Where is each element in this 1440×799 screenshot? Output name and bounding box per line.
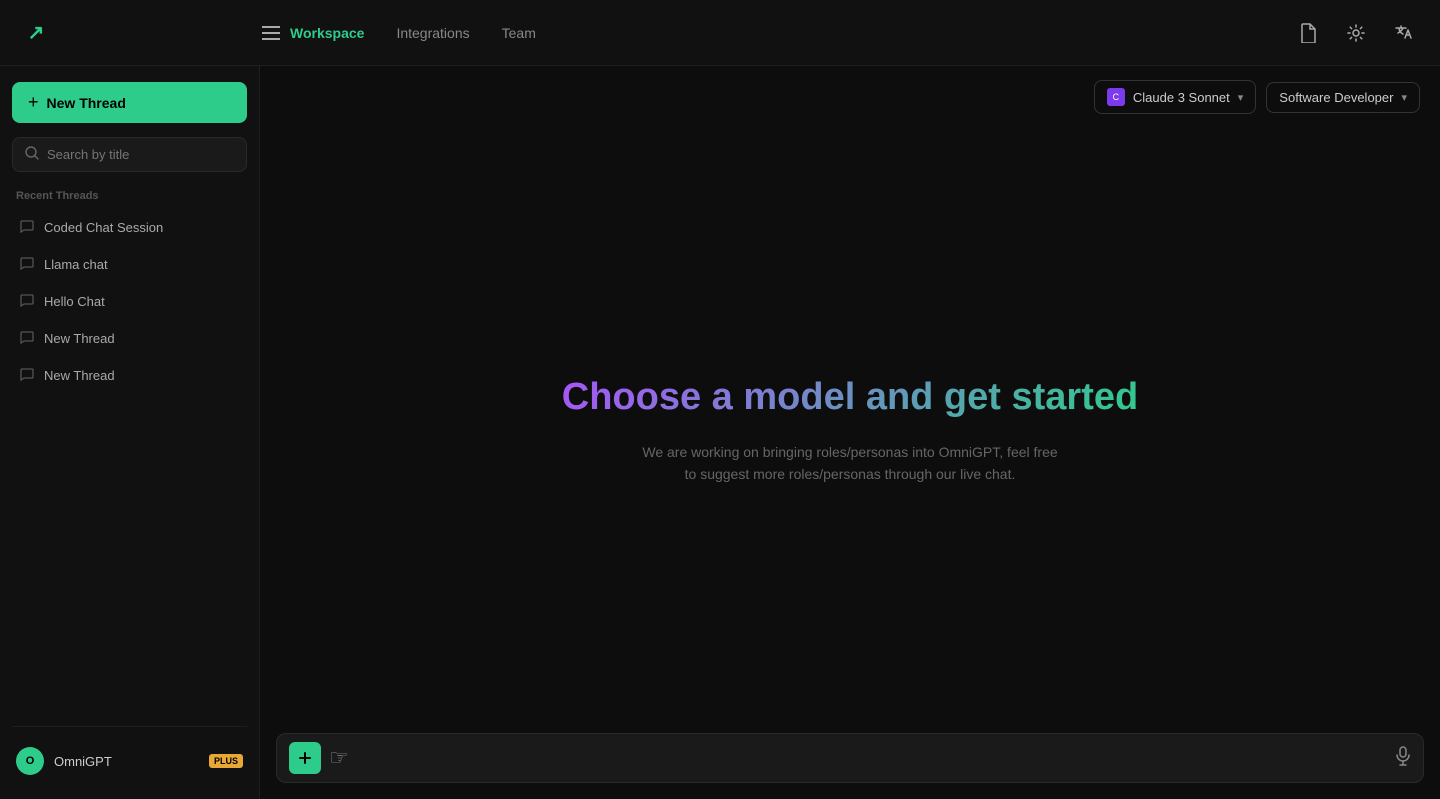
thread-list: Coded Chat Session Llama chat Hello Chat <box>12 210 247 726</box>
plus-icon: + <box>28 92 39 113</box>
thread-label-4: New Thread <box>44 331 115 346</box>
thread-item-4[interactable]: New Thread <box>12 321 247 356</box>
search-box <box>12 137 247 172</box>
mic-icon[interactable] <box>1395 746 1411 771</box>
nav-right <box>1292 17 1420 49</box>
thread-item-3[interactable]: Hello Chat <box>12 284 247 319</box>
thread-label-5: New Thread <box>44 368 115 383</box>
subtext: We are working on bringing roles/persona… <box>640 441 1060 486</box>
user-name: OmniGPT <box>54 754 199 769</box>
chat-input-bar: ☞ <box>276 733 1424 783</box>
tab-integrations[interactable]: Integrations <box>396 25 469 41</box>
tab-workspace[interactable]: Workspace <box>290 25 364 41</box>
model-selector[interactable]: C Claude 3 Sonnet ▾ <box>1094 80 1256 114</box>
tab-team[interactable]: Team <box>502 25 536 41</box>
search-input[interactable] <box>47 147 234 162</box>
main-layout: + New Thread Recent Threads Coded Chat <box>0 66 1440 799</box>
thread-item-1[interactable]: Coded Chat Session <box>12 210 247 245</box>
attach-button[interactable] <box>289 742 321 774</box>
nav-left: ↗ <box>20 17 280 49</box>
model-label: Claude 3 Sonnet <box>1133 90 1230 105</box>
logo-icon[interactable]: ↗ <box>20 17 52 49</box>
avatar: O <box>16 747 44 775</box>
sidebar-footer: O OmniGPT PLUS <box>12 726 247 783</box>
role-label: Software Developer <box>1279 90 1393 105</box>
chat-icon <box>20 330 34 347</box>
user-row[interactable]: O OmniGPT PLUS <box>12 739 247 783</box>
role-chevron-icon: ▾ <box>1401 91 1407 104</box>
search-icon <box>25 146 39 163</box>
content-toolbar: C Claude 3 Sonnet ▾ Software Developer ▾ <box>260 66 1440 128</box>
cursor-icon: ☞ <box>329 745 349 771</box>
new-thread-label: New Thread <box>47 95 126 111</box>
new-thread-button[interactable]: + New Thread <box>12 82 247 123</box>
chat-icon <box>20 219 34 236</box>
main-content: C Claude 3 Sonnet ▾ Software Developer ▾… <box>260 66 1440 799</box>
model-chevron-icon: ▾ <box>1238 91 1244 104</box>
chat-input-field[interactable] <box>357 750 1387 766</box>
thread-label-1: Coded Chat Session <box>44 220 163 235</box>
thread-item-2[interactable]: Llama chat <box>12 247 247 282</box>
thread-item-5[interactable]: New Thread <box>12 358 247 393</box>
sidebar: + New Thread Recent Threads Coded Chat <box>0 66 260 799</box>
settings-icon[interactable] <box>1340 17 1372 49</box>
thread-label-2: Llama chat <box>44 257 108 272</box>
model-logo-icon: C <box>1107 88 1125 106</box>
nav-tabs: Workspace Integrations Team <box>280 25 1292 41</box>
chat-icon <box>20 293 34 310</box>
role-selector[interactable]: Software Developer ▾ <box>1266 82 1420 113</box>
translate-icon[interactable] <box>1388 17 1420 49</box>
document-icon[interactable] <box>1292 17 1324 49</box>
plan-badge: PLUS <box>209 754 243 768</box>
center-message: Choose a model and get started We are wo… <box>260 128 1440 733</box>
chat-icon <box>20 256 34 273</box>
top-navbar: ↗ Workspace Integrations Team <box>0 0 1440 66</box>
hamburger-icon[interactable] <box>262 26 280 40</box>
thread-label-3: Hello Chat <box>44 294 105 309</box>
chat-icon <box>20 367 34 384</box>
recent-threads-label: Recent Threads <box>12 190 247 202</box>
headline-text: Choose a model and get started <box>562 375 1138 421</box>
